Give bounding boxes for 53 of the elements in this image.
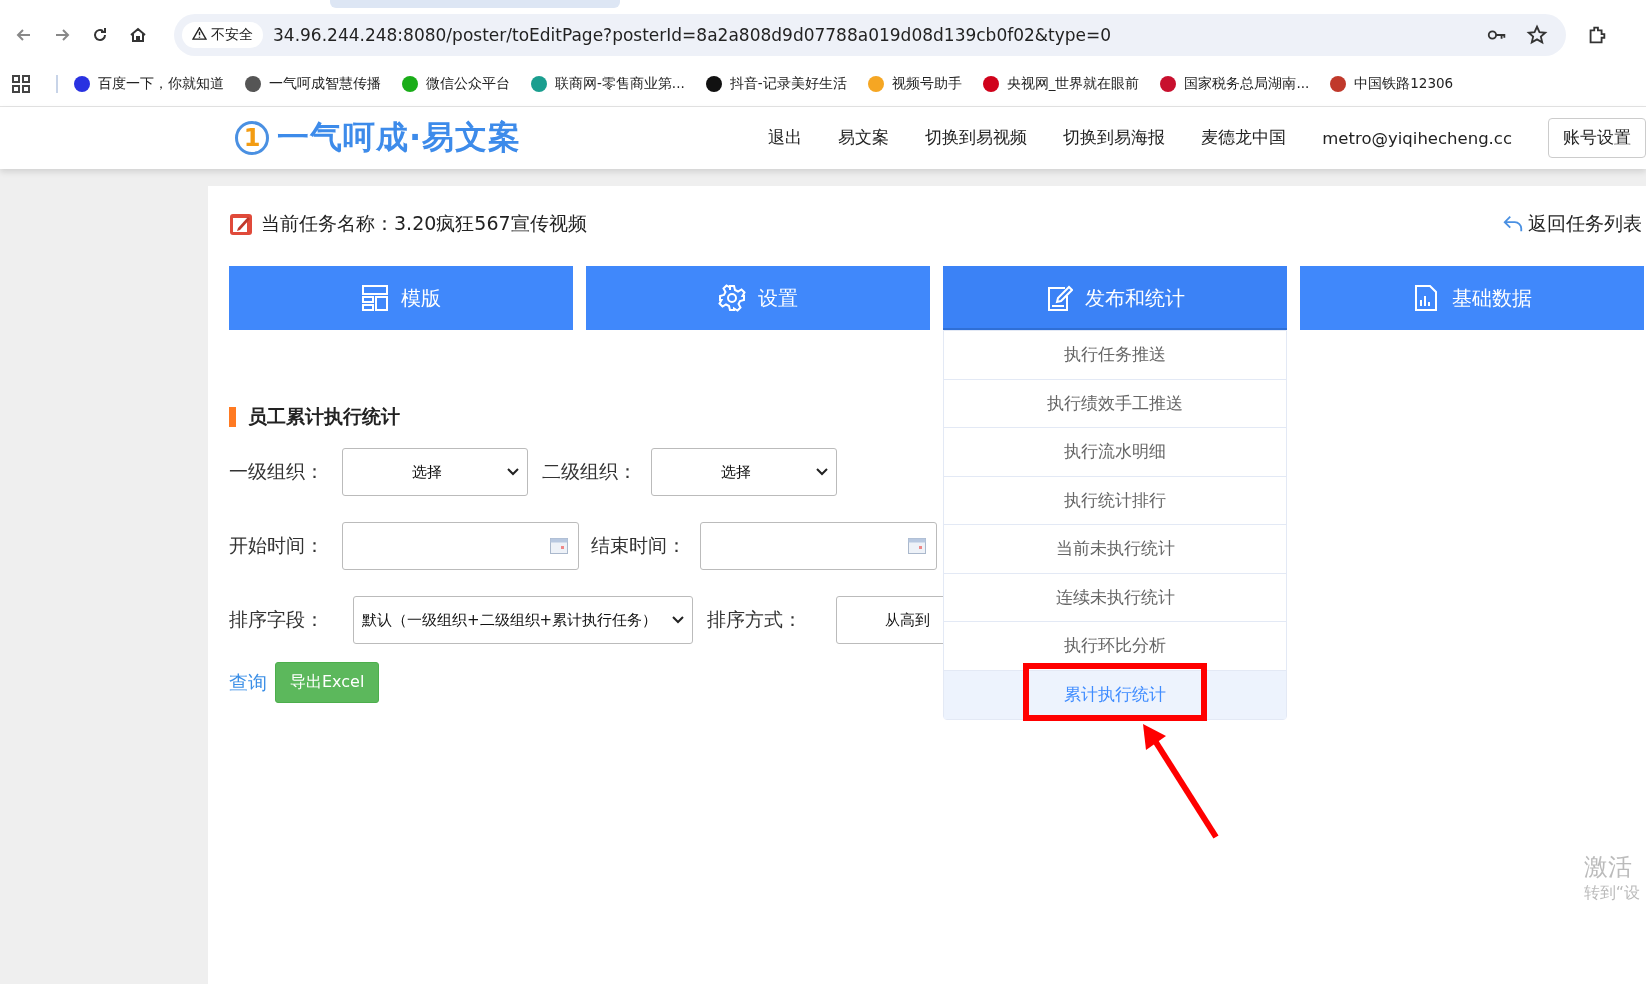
bookmark[interactable]: 一气呵成智慧传播 xyxy=(245,75,381,93)
report-icon xyxy=(1412,284,1440,312)
address-bar[interactable]: 不安全 34.96.244.248:8080/poster/toEditPage?posterId=8a2a808d9d07788a019d08d139cb0f02&type=0 xyxy=(174,14,1566,56)
bookmark[interactable]: 视频号助手 xyxy=(867,75,962,93)
section-title: 员工累计执行统计 xyxy=(248,404,400,429)
home-icon[interactable] xyxy=(128,25,148,45)
star-icon[interactable] xyxy=(1526,24,1548,46)
logo-text: 一气呵成·易文案 xyxy=(277,117,522,158)
bookmark[interactable]: 微信公众平台 xyxy=(402,75,510,93)
account-settings-button[interactable]: 账号设置 xyxy=(1548,118,1646,158)
select-field[interactable]: 默认（一级组织+二级组织+累计执行任务） xyxy=(353,596,693,644)
chevron-down-icon xyxy=(507,468,519,476)
select-field[interactable]: 选择 xyxy=(651,448,837,496)
nav-link[interactable]: metro@yiqihecheng.cc xyxy=(1322,128,1512,148)
bookmark[interactable]: 联商网-零售商业第... xyxy=(531,75,685,93)
logo-mark: 1 xyxy=(235,121,269,155)
bookmark[interactable]: 国家税务总局湖南... xyxy=(1160,75,1310,93)
edit-note-icon xyxy=(229,212,253,236)
calendar-icon[interactable] xyxy=(550,538,568,554)
field-label: 开始时间： xyxy=(229,533,325,558)
activation-notice: 激活 xyxy=(1583,852,1633,883)
settings-icon xyxy=(718,284,746,312)
bookmark[interactable]: 百度一下，你就知道 xyxy=(74,75,224,93)
field-label: 排序字段： xyxy=(229,607,325,632)
security-chip[interactable]: 不安全 xyxy=(182,22,263,48)
apps-grid-icon[interactable] xyxy=(12,75,30,93)
section-marker xyxy=(229,407,236,427)
chevron-down-icon xyxy=(816,468,828,476)
warning-icon xyxy=(192,27,207,40)
select-field[interactable]: 选择 xyxy=(342,448,528,496)
calendar-icon[interactable] xyxy=(908,538,926,554)
back-to-task-list-link[interactable]: 返回任务列表 xyxy=(1502,211,1642,237)
edit-icon xyxy=(1045,284,1073,312)
activation-notice: 转到“设 xyxy=(1583,883,1640,904)
field-label: 排序方式： xyxy=(707,607,802,632)
nav-link[interactable]: 退出 xyxy=(768,127,803,149)
tab[interactable]: 发布和统计 xyxy=(943,266,1287,330)
field-label: 二级组织： xyxy=(542,459,637,484)
field-label: 结束时间： xyxy=(591,533,686,558)
url-text: 34.96.244.248:8080/poster/toEditPage?posterId=8a2a808d9d07788a019d08d139cb0f02&type=0 xyxy=(273,25,1113,45)
date-field[interactable] xyxy=(342,522,579,570)
nav-link[interactable]: 易文案 xyxy=(838,127,890,149)
bookmark[interactable]: 央视网_世界就在眼前 xyxy=(982,75,1140,93)
nav-link[interactable]: 麦德龙中国 xyxy=(1201,127,1287,149)
date-field[interactable] xyxy=(700,522,937,570)
field-label: 一级组织： xyxy=(229,459,325,484)
bookmark[interactable]: 抖音-记录美好生活 xyxy=(705,75,847,93)
nav-link[interactable]: 切换到易海报 xyxy=(1063,127,1166,149)
nav-link[interactable]: 切换到易视频 xyxy=(925,127,1028,149)
layout-icon xyxy=(361,284,389,312)
chevron-down-icon xyxy=(672,616,684,624)
bookmark[interactable]: 中国铁路12306 xyxy=(1330,75,1454,93)
task-title: 当前任务名称：3.20疯狂567宣传视频 xyxy=(261,211,587,236)
